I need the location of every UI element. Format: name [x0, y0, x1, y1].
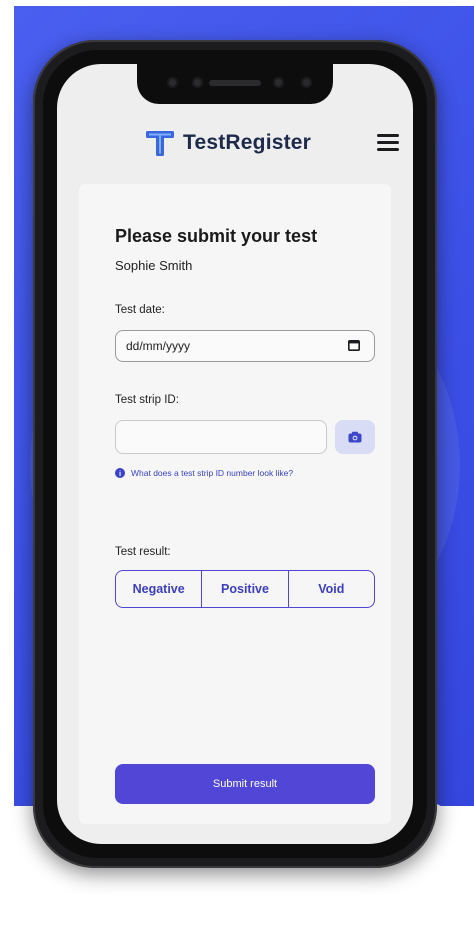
- app-logo[interactable]: TestRegister: [145, 128, 311, 158]
- sensor-icon: [192, 77, 203, 88]
- result-option-negative[interactable]: Negative: [116, 571, 201, 607]
- camera-icon: [348, 431, 362, 443]
- test-strip-label: Test strip ID:: [115, 394, 179, 406]
- strip-id-help-link[interactable]: i What does a test strip ID number look …: [115, 468, 293, 478]
- hamburger-menu-icon[interactable]: [377, 134, 399, 152]
- app-name: TestRegister: [183, 131, 312, 154]
- app-header: TestRegister: [57, 116, 413, 166]
- help-text: What does a test strip ID number look li…: [131, 468, 294, 478]
- result-option-positive[interactable]: Positive: [201, 571, 287, 607]
- test-date-input[interactable]: dd/mm/yyyy: [115, 330, 375, 362]
- result-option-void[interactable]: Void: [287, 571, 374, 607]
- sensor-icon: [273, 77, 284, 88]
- submit-result-button[interactable]: Submit result: [115, 764, 375, 804]
- speaker-grill: [209, 80, 261, 86]
- phone-frame: TestRegister Please submit your test Sop…: [33, 40, 437, 868]
- form-card: Please submit your test Sophie Smith Tes…: [79, 184, 391, 824]
- date-placeholder: dd/mm/yyyy: [126, 339, 191, 353]
- test-strip-id-input[interactable]: [115, 420, 327, 454]
- calendar-icon[interactable]: [348, 340, 360, 351]
- user-name: Sophie Smith: [115, 258, 193, 273]
- info-icon: i: [115, 468, 125, 478]
- test-result-label: Test result:: [115, 546, 171, 558]
- front-camera-icon: [301, 77, 312, 88]
- scan-camera-button[interactable]: [335, 420, 375, 454]
- sensor-icon: [167, 77, 178, 88]
- test-result-selector: Negative Positive Void: [115, 570, 375, 608]
- test-date-label: Test date:: [115, 304, 165, 316]
- phone-notch: [137, 64, 333, 104]
- t-logo-icon: [146, 131, 174, 156]
- phone-bezel: TestRegister Please submit your test Sop…: [43, 50, 427, 858]
- page-title: Please submit your test: [115, 226, 318, 246]
- phone-screen: TestRegister Please submit your test Sop…: [57, 64, 413, 844]
